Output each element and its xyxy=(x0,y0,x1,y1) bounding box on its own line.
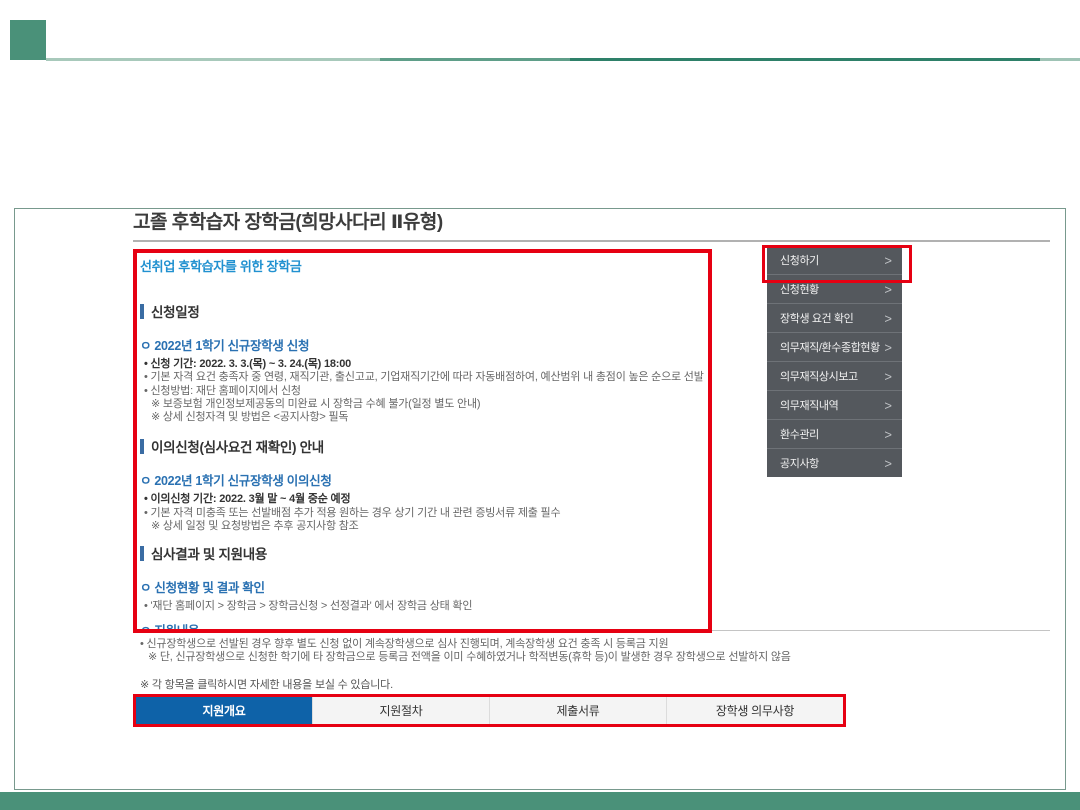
chevron-right-icon: > xyxy=(884,399,892,412)
tab-bar: 지원개요 지원절차 제출서류 장학생 의무사항 xyxy=(133,694,846,727)
sidebar-menu: 신청하기 > 신청현황 > 장학생 요건 확인 > 의무재직/환수종합현황 > … xyxy=(767,246,902,477)
text-line: ※ 보증보험 개인정보제공동의 미완료 시 장학금 수혜 불가(일정 별도 안내… xyxy=(140,398,702,411)
sidebar-item-employment-refund-status[interactable]: 의무재직/환수종합현황 > xyxy=(767,333,902,362)
section-divider xyxy=(700,630,1050,631)
text-line: • 이의신청 기간: 2022. 3월 말 ~ 4월 중순 예정 xyxy=(140,493,702,506)
sidebar-item-employment-report[interactable]: 의무재직상시보고 > xyxy=(767,362,902,391)
sidebar-item-notices[interactable]: 공지사항 > xyxy=(767,449,902,477)
text-line: • '재단 홈페이지 > 장학금 > 장학금신청 > 선정결과' 에서 장학금 … xyxy=(140,600,702,613)
section-header-schedule: 신청일정 xyxy=(140,301,702,321)
section-header-results: 심사결과 및 지원내용 xyxy=(140,543,702,563)
text-line: ※ 상세 신청자격 및 방법은 <공지사항> 필독 xyxy=(140,411,702,424)
subheading: ㅇ 2022년 1학기 신규장학생 이의신청 xyxy=(140,470,702,489)
subheading: ㅇ 지원내용 xyxy=(140,620,702,633)
page-title: 고졸 후학습자 장학금(희망사다리 Ⅱ유형) xyxy=(133,207,443,234)
tab-overview[interactable]: 지원개요 xyxy=(136,697,312,724)
line-group: • '재단 홈페이지 > 장학금 > 장학금신청 > 선정결과' 에서 장학금 … xyxy=(140,600,702,613)
chevron-right-icon: > xyxy=(884,312,892,325)
intro-text: 선취업 후학습자를 위한 장학금 xyxy=(140,256,702,275)
text-line: ※ 상세 일정 및 요청방법은 추후 공지사항 참조 xyxy=(140,520,702,533)
chevron-right-icon: > xyxy=(884,428,892,441)
tab-obligations[interactable]: 장학생 의무사항 xyxy=(666,697,843,724)
subheading: ㅇ 신청현황 및 결과 확인 xyxy=(140,577,702,596)
line-group: • 신청 기간: 2022. 3. 3.(목) ~ 3. 24.(목) 18:0… xyxy=(140,358,702,424)
top-divider-segment xyxy=(570,58,1080,61)
text-line: • 신청 기간: 2022. 3. 3.(목) ~ 3. 24.(목) 18:0… xyxy=(140,358,702,371)
top-divider xyxy=(46,58,1080,61)
section-bar-icon xyxy=(140,304,144,319)
top-divider-segment xyxy=(380,58,570,61)
tab-procedure[interactable]: 지원절차 xyxy=(312,697,489,724)
sidebar-item-refund-management[interactable]: 환수관리 > xyxy=(767,420,902,449)
sidebar-item-eligibility-check[interactable]: 장학생 요건 확인 > xyxy=(767,304,902,333)
content-highlight-box: 선취업 후학습자를 위한 장학금 신청일정 ㅇ 2022년 1학기 신규장학생 … xyxy=(133,249,712,633)
sidebar-item-application-status[interactable]: 신청현황 > xyxy=(767,275,902,304)
footnotes: • 신규장학생으로 선발된 경우 향후 별도 신청 없이 계속장학생으로 심사 … xyxy=(140,638,1060,665)
top-divider-segment xyxy=(46,58,380,61)
footnote-line: • 신규장학생으로 선발된 경우 향후 별도 신청 없이 계속장학생으로 심사 … xyxy=(140,638,1060,651)
text-line: • 기본 자격 요건 충족자 중 연령, 재직기관, 출신고교, 기업재직기간에… xyxy=(140,371,702,384)
footnote-line: ※ 단, 신규장학생으로 신청한 학기에 타 장학금으로 등록금 전액을 이미 … xyxy=(140,651,1060,664)
section-bar-icon xyxy=(140,439,144,454)
chevron-right-icon: > xyxy=(884,457,892,470)
section-header-objection: 이의신청(심사요건 재확인) 안내 xyxy=(140,436,702,456)
chevron-right-icon: > xyxy=(884,283,892,296)
top-divider-segment xyxy=(1040,58,1080,61)
subheading: ㅇ 2022년 1학기 신규장학생 신청 xyxy=(140,335,702,354)
tab-documents[interactable]: 제출서류 xyxy=(489,697,666,724)
brand-mark xyxy=(10,20,46,60)
footer-bar xyxy=(0,792,1080,810)
section-bar-icon xyxy=(140,546,144,561)
chevron-right-icon: > xyxy=(884,254,892,267)
chevron-right-icon: > xyxy=(884,341,892,354)
title-divider xyxy=(133,240,1050,242)
sidebar-item-employment-history[interactable]: 의무재직내역 > xyxy=(767,391,902,420)
click-hint: ※ 각 항목을 클릭하시면 자세한 내용을 보실 수 있습니다. xyxy=(140,676,393,692)
chevron-right-icon: > xyxy=(884,370,892,383)
sidebar-item-apply[interactable]: 신청하기 > xyxy=(767,246,902,275)
line-group: • 이의신청 기간: 2022. 3월 말 ~ 4월 중순 예정 • 기본 자격… xyxy=(140,493,702,533)
text-line: • 신청방법: 재단 홈페이지에서 신청 xyxy=(140,385,702,398)
text-line: • 기본 자격 미충족 또는 선발배점 추가 적용 원하는 경우 상기 기간 내… xyxy=(140,507,702,520)
